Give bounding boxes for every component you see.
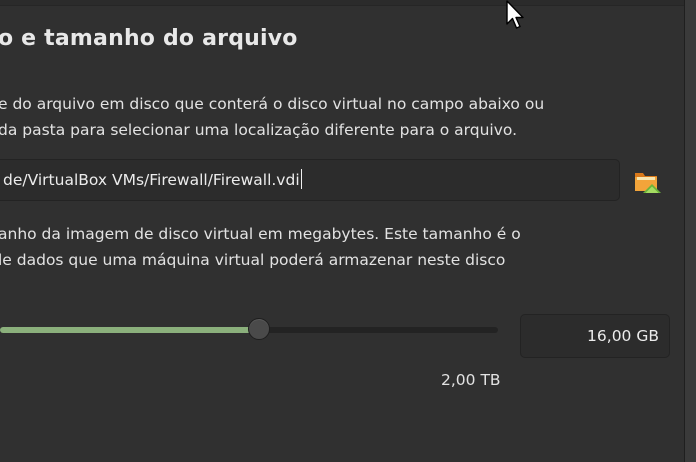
size-value-input[interactable]: 16,00 GB bbox=[520, 314, 670, 358]
size-max-label: 2,00 TB bbox=[441, 371, 501, 389]
mouse-pointer-icon bbox=[506, 0, 524, 29]
window-top-strip bbox=[0, 0, 684, 6]
location-description-line-2: da pasta para selecionar uma localização… bbox=[0, 121, 518, 139]
file-path-value: de/VirtualBox VMs/Firewall/Firewall.vdi bbox=[3, 171, 300, 189]
file-path-input[interactable]: de/VirtualBox VMs/Firewall/Firewall.vdi bbox=[0, 159, 620, 201]
section-title: o e tamanho do arquivo bbox=[0, 26, 298, 51]
window-right-edge bbox=[684, 0, 696, 462]
location-description: e do arquivo em disco que conterá o disc… bbox=[0, 91, 678, 143]
size-description-line-1: anho da imagem de disco virtual em megab… bbox=[0, 225, 521, 243]
folder-up-icon bbox=[635, 173, 661, 193]
size-slider-fill bbox=[0, 327, 259, 333]
size-slider-handle[interactable] bbox=[247, 318, 270, 340]
location-description-line-1: e do arquivo em disco que conterá o disc… bbox=[0, 95, 545, 113]
size-description-line-2: le dados que uma máquina virtual poderá … bbox=[0, 251, 506, 269]
browse-folder-button[interactable] bbox=[632, 166, 662, 196]
text-caret bbox=[300, 169, 302, 189]
size-description: anho da imagem de disco virtual em megab… bbox=[0, 221, 678, 273]
